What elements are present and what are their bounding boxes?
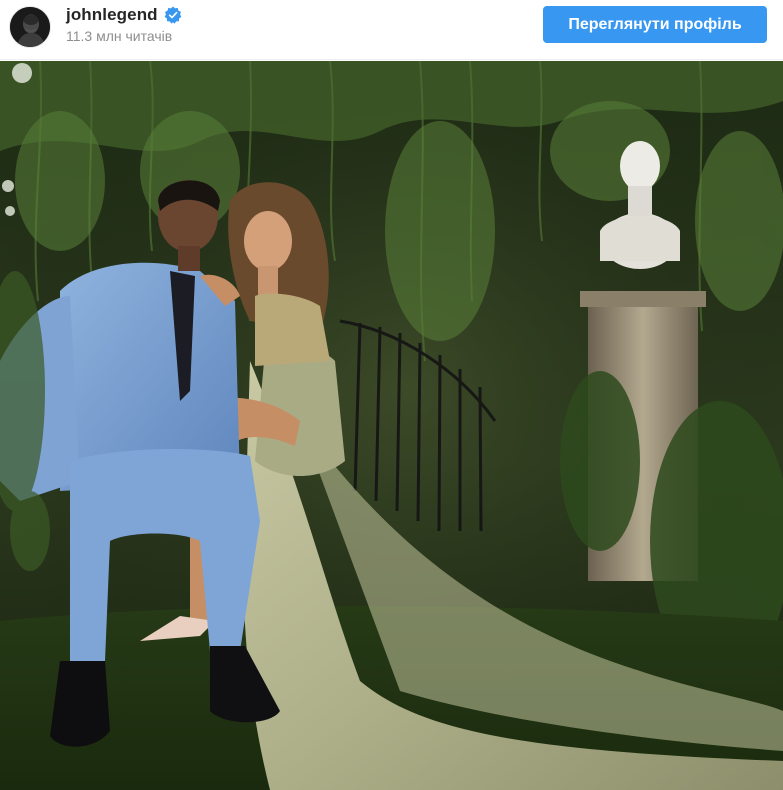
post-photo-image bbox=[0, 61, 783, 790]
username[interactable]: johnlegend bbox=[66, 5, 158, 25]
verified-badge-icon bbox=[164, 6, 182, 24]
avatar-portrait bbox=[10, 7, 50, 47]
post-header: johnlegend 11.3 млн читачів Переглянути … bbox=[0, 0, 783, 60]
profile-avatar[interactable] bbox=[9, 6, 51, 48]
username-row: johnlegend bbox=[66, 5, 182, 25]
instagram-embed: johnlegend 11.3 млн читачів Переглянути … bbox=[0, 0, 783, 790]
post-photo[interactable] bbox=[0, 61, 783, 790]
followers-count: 11.3 млн читачів bbox=[66, 28, 173, 44]
view-profile-button[interactable]: Переглянути профіль bbox=[543, 6, 767, 43]
